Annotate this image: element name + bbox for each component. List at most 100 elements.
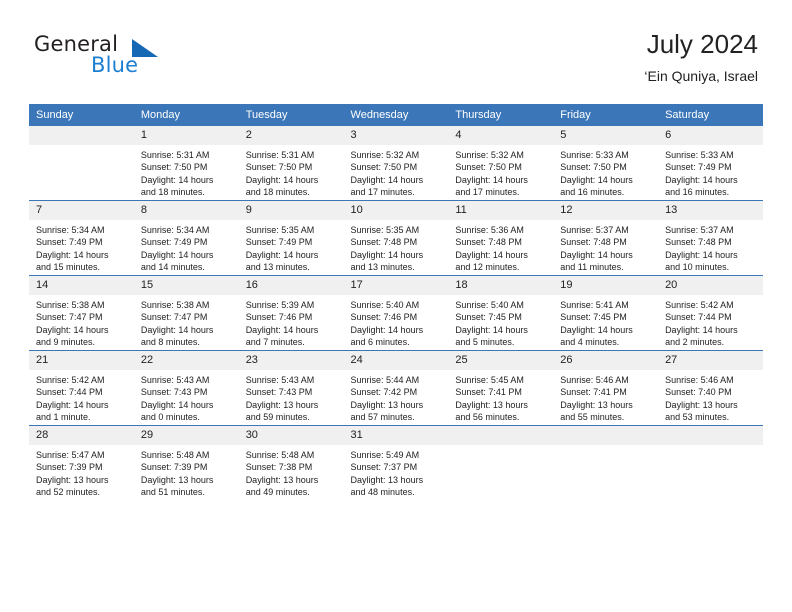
calendar-day-cell[interactable]: 7 Sunrise: 5:34 AM Sunset: 7:49 PM Daylight…	[29, 200, 134, 276]
daylight-text-line2: and 18 minutes.	[245, 186, 310, 197]
calendar-day-cell[interactable]: 16 Sunrise: 5:39 AM Sunset: 7:46 PM Dayligh…	[238, 275, 344, 351]
calendar-day-cell[interactable]: 20 Sunrise: 5:42 AM Sunset: 7:44 PM Dayligh…	[658, 275, 763, 351]
calendar-day-cell[interactable]: 9 Sunrise: 5:35 AM Sunset: 7:49 PM Daylight…	[238, 200, 344, 276]
calendar-day-cell[interactable]: 18 Sunrise: 5:40 AM Sunset: 7:45 PM Dayligh…	[448, 275, 554, 351]
general-blue-logo[interactable]: General Blue	[34, 32, 254, 92]
day-number: 18	[448, 276, 554, 295]
daylight-text-line1: Daylight: 14 hours	[665, 174, 738, 185]
sunrise-text: Sunrise: 5:40 AM	[350, 300, 420, 310]
calendar-day-cell[interactable]: 27 Sunrise: 5:46 AM Sunset: 7:40 PM Dayligh…	[658, 350, 763, 426]
sunrise-text: Sunrise: 5:37 AM	[560, 225, 629, 235]
sunset-text: Sunset: 7:49 PM	[665, 162, 732, 173]
calendar-day-cell[interactable]: 24 Sunrise: 5:44 AM Sunset: 7:42 PM Dayligh…	[343, 350, 449, 426]
calendar-day-cell[interactable]: 28 Sunrise: 5:47 AM Sunset: 7:39 PM Dayligh…	[29, 425, 134, 500]
daylight-text-line1: Daylight: 14 hours	[455, 324, 528, 335]
sunrise-text: Sunrise: 5:35 AM	[245, 225, 315, 235]
day-details: Sunrise: 5:34 AM Sunset: 7:49 PM Daylight:…	[29, 220, 134, 273]
calendar-day-cell[interactable]: 8 Sunrise: 5:34 AM Sunset: 7:49 PM Daylight…	[133, 200, 239, 276]
day-details: Sunrise: 5:36 AM Sunset: 7:48 PM Daylight:…	[448, 220, 553, 273]
calendar-day-cell[interactable]: 29 Sunrise: 5:48 AM Sunset: 7:39 PM Dayligh…	[133, 425, 239, 500]
day-details: Sunrise: 5:40 AM Sunset: 7:45 PM Daylight:…	[448, 295, 553, 348]
weekday-header-monday: Monday	[133, 104, 239, 126]
daylight-text-line1: Daylight: 14 hours	[665, 249, 738, 260]
calendar-day-cell[interactable]: 1 Sunrise: 5:31 AM Sunset: 7:50 PM Daylight…	[133, 126, 239, 201]
day-details: Sunrise: 5:31 AM Sunset: 7:50 PM Daylight:…	[239, 145, 344, 198]
calendar-day-cell[interactable]: 4 Sunrise: 5:32 AM Sunset: 7:50 PM Daylight…	[448, 126, 554, 201]
day-number: 23	[238, 351, 344, 370]
daylight-text-line1: Daylight: 13 hours	[455, 399, 528, 410]
day-number	[29, 126, 134, 145]
day-number: 27	[658, 351, 763, 370]
day-number: 24	[343, 351, 449, 370]
day-details: Sunrise: 5:46 AM Sunset: 7:40 PM Daylight:…	[658, 370, 763, 423]
sunset-text: Sunset: 7:44 PM	[36, 387, 103, 398]
calendar-day-cell[interactable]: 31 Sunrise: 5:49 AM Sunset: 7:37 PM Dayligh…	[343, 425, 449, 500]
sunrise-text: Sunrise: 5:46 AM	[665, 375, 734, 385]
calendar-day-cell[interactable]: 25 Sunrise: 5:45 AM Sunset: 7:41 PM Dayligh…	[448, 350, 554, 426]
daylight-text-line1: Daylight: 14 hours	[350, 324, 424, 335]
calendar-day-cell[interactable]: 22 Sunrise: 5:43 AM Sunset: 7:43 PM Dayligh…	[133, 350, 239, 426]
calendar-day-cell[interactable]: 3 Sunrise: 5:32 AM Sunset: 7:50 PM Daylight…	[343, 126, 449, 201]
daylight-text-line1: Daylight: 14 hours	[560, 174, 633, 185]
sunset-text: Sunset: 7:49 PM	[140, 237, 208, 248]
sunset-text: Sunset: 7:49 PM	[36, 237, 103, 248]
daylight-text-line2: and 15 minutes.	[36, 261, 101, 272]
daylight-text-line1: Daylight: 14 hours	[455, 249, 528, 260]
weekday-header-tuesday: Tuesday	[238, 104, 344, 126]
calendar-day-cell[interactable]: 30 Sunrise: 5:48 AM Sunset: 7:38 PM Dayligh…	[238, 425, 344, 500]
daylight-text-line2: and 14 minutes.	[140, 261, 205, 272]
daylight-text-line2: and 48 minutes.	[350, 486, 415, 497]
calendar-day-cell[interactable]: 23 Sunrise: 5:43 AM Sunset: 7:43 PM Dayligh…	[238, 350, 344, 426]
sunrise-text: Sunrise: 5:48 AM	[245, 450, 315, 460]
daylight-text-line2: and 17 minutes.	[350, 186, 415, 197]
day-number: 21	[29, 351, 134, 370]
calendar-week-row: 21 Sunrise: 5:42 AM Sunset: 7:44 PM Dayligh…	[29, 350, 763, 426]
day-details: Sunrise: 5:35 AM Sunset: 7:49 PM Daylight:…	[239, 220, 344, 273]
sunrise-text: Sunrise: 5:45 AM	[455, 375, 524, 385]
day-number: 8	[133, 201, 239, 220]
calendar-day-cell[interactable]: 2 Sunrise: 5:31 AM Sunset: 7:50 PM Daylight…	[238, 126, 344, 201]
weekday-header-row: Sunday Monday Tuesday Wednesday Thursday…	[29, 104, 763, 126]
sunset-text: Sunset: 7:46 PM	[245, 312, 313, 323]
calendar-day-cell[interactable]: 19 Sunrise: 5:41 AM Sunset: 7:45 PM Dayligh…	[553, 275, 659, 351]
sunrise-text: Sunrise: 5:44 AM	[350, 375, 420, 385]
daylight-text-line2: and 1 minute.	[36, 411, 91, 422]
day-number	[553, 426, 659, 445]
calendar-day-cell[interactable]: 12 Sunrise: 5:37 AM Sunset: 7:48 PM Dayligh…	[553, 200, 659, 276]
day-number: 28	[29, 426, 134, 445]
calendar-cell-empty	[448, 425, 554, 500]
daylight-text-line1: Daylight: 14 hours	[245, 174, 319, 185]
calendar-day-cell[interactable]: 6 Sunrise: 5:33 AM Sunset: 7:49 PM Daylight…	[658, 126, 763, 201]
day-details: Sunrise: 5:46 AM Sunset: 7:41 PM Daylight:…	[553, 370, 658, 423]
daylight-text-line1: Daylight: 14 hours	[36, 399, 109, 410]
sunrise-text: Sunrise: 5:36 AM	[455, 225, 524, 235]
day-number: 5	[553, 126, 659, 145]
sunrise-text: Sunrise: 5:42 AM	[36, 375, 105, 385]
sunrise-text: Sunrise: 5:32 AM	[455, 150, 524, 160]
daylight-text-line1: Daylight: 14 hours	[36, 324, 109, 335]
calendar-day-cell[interactable]: 10 Sunrise: 5:35 AM Sunset: 7:48 PM Dayligh…	[343, 200, 449, 276]
calendar-day-cell[interactable]: 13 Sunrise: 5:37 AM Sunset: 7:48 PM Dayligh…	[658, 200, 763, 276]
day-details: Sunrise: 5:32 AM Sunset: 7:50 PM Daylight:…	[344, 145, 449, 198]
day-details: Sunrise: 5:32 AM Sunset: 7:50 PM Daylight:…	[448, 145, 553, 198]
sunset-text: Sunset: 7:47 PM	[36, 312, 103, 323]
daylight-text-line2: and 57 minutes.	[350, 411, 415, 422]
calendar-day-cell[interactable]: 5 Sunrise: 5:33 AM Sunset: 7:50 PM Daylight…	[553, 126, 659, 201]
sunset-text: Sunset: 7:44 PM	[665, 312, 732, 323]
calendar-day-cell[interactable]: 26 Sunrise: 5:46 AM Sunset: 7:41 PM Dayligh…	[553, 350, 659, 426]
daylight-text-line1: Daylight: 14 hours	[560, 324, 633, 335]
day-details: Sunrise: 5:37 AM Sunset: 7:48 PM Daylight:…	[658, 220, 763, 273]
day-details: Sunrise: 5:31 AM Sunset: 7:50 PM Daylight:…	[134, 145, 239, 198]
daylight-text-line2: and 13 minutes.	[245, 261, 310, 272]
daylight-text-line1: Daylight: 14 hours	[455, 174, 528, 185]
calendar-day-cell[interactable]: 15 Sunrise: 5:38 AM Sunset: 7:47 PM Dayligh…	[133, 275, 239, 351]
calendar-day-cell[interactable]: 21 Sunrise: 5:42 AM Sunset: 7:44 PM Dayligh…	[29, 350, 134, 426]
calendar-day-cell[interactable]: 17 Sunrise: 5:40 AM Sunset: 7:46 PM Dayligh…	[343, 275, 449, 351]
sunrise-text: Sunrise: 5:38 AM	[140, 300, 210, 310]
calendar-day-cell[interactable]: 11 Sunrise: 5:36 AM Sunset: 7:48 PM Dayligh…	[448, 200, 554, 276]
sunset-text: Sunset: 7:48 PM	[560, 237, 627, 248]
calendar-day-cell[interactable]: 14 Sunrise: 5:38 AM Sunset: 7:47 PM Dayligh…	[29, 275, 134, 351]
daylight-text-line1: Daylight: 14 hours	[350, 174, 424, 185]
daylight-text-line2: and 17 minutes.	[455, 186, 520, 197]
day-details: Sunrise: 5:35 AM Sunset: 7:48 PM Daylight:…	[344, 220, 449, 273]
